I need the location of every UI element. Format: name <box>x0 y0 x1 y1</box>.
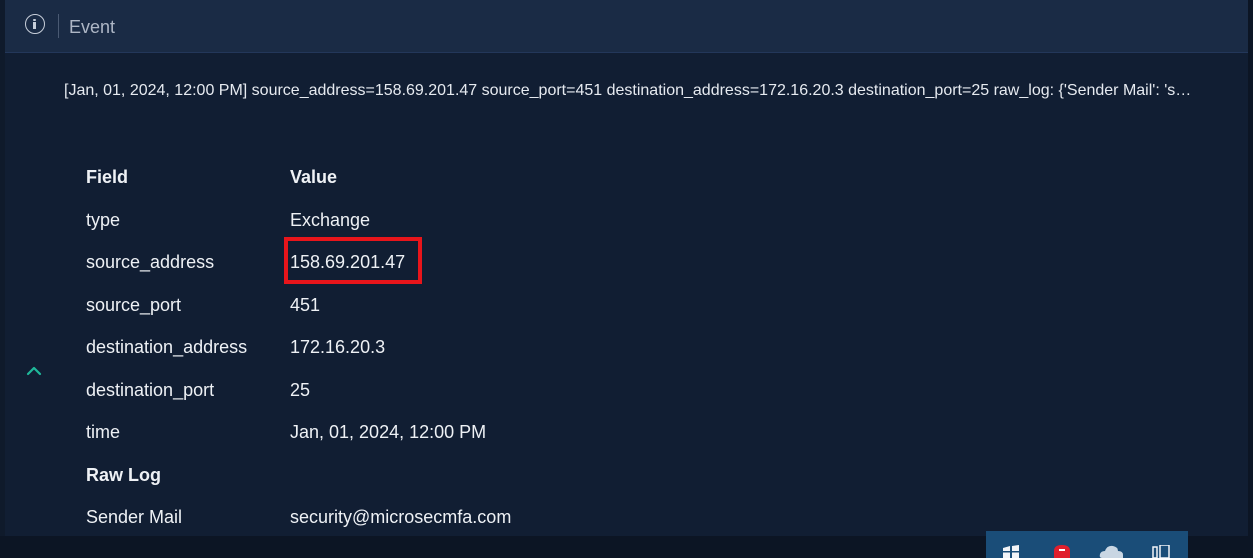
field-value: Exchange <box>290 210 371 230</box>
field-name: destination_port <box>86 380 215 400</box>
network-icon[interactable] <box>1152 545 1170 558</box>
table-row: time Jan, 01, 2024, 12:00 PM <box>86 412 686 454</box>
raw-log-heading: Raw Log <box>86 465 161 485</box>
chevron-up-icon[interactable] <box>24 361 44 381</box>
event-summary: [Jan, 01, 2024, 12:00 PM] source_address… <box>64 82 1192 99</box>
field-name: time <box>86 422 121 442</box>
info-icon[interactable] <box>25 14 45 34</box>
table-row: Sender Mail security@microsecmfa.com <box>86 497 686 539</box>
event-header: Event <box>5 0 1248 53</box>
header-divider <box>58 14 59 38</box>
windows-security-icon[interactable] <box>1002 545 1020 558</box>
app-frame: Event [Jan, 01, 2024, 12:00 PM] source_a… <box>0 0 1253 558</box>
field-name: source_address <box>86 252 215 272</box>
right-edge <box>1248 0 1253 536</box>
column-header-field: Field <box>86 167 129 187</box>
field-value: security@microsecmfa.com <box>290 507 512 527</box>
table-row: type Exchange <box>86 200 686 242</box>
field-name: type <box>86 210 121 230</box>
field-value: 451 <box>290 295 321 315</box>
field-value: 172.16.20.3 <box>290 337 386 357</box>
event-title: Event <box>69 17 116 37</box>
table-row: source_port 451 <box>86 285 686 327</box>
field-value: 25 <box>290 380 311 400</box>
field-name: source_port <box>86 295 182 315</box>
column-header-value: Value <box>290 167 338 187</box>
table-row: destination_address 172.16.20.3 <box>86 327 686 369</box>
highlight-box <box>284 237 422 284</box>
field-name: destination_address <box>86 337 248 357</box>
system-tray <box>986 531 1188 558</box>
raw-log-heading-row: Raw Log <box>86 455 686 497</box>
table-header-row: Field Value <box>86 157 686 199</box>
field-name: Sender Mail <box>86 507 183 527</box>
app-shield-icon[interactable] <box>1052 545 1072 558</box>
table-row: destination_port 25 <box>86 370 686 412</box>
onedrive-cloud-icon[interactable] <box>1099 545 1123 558</box>
field-value: Jan, 01, 2024, 12:00 PM <box>290 422 487 442</box>
